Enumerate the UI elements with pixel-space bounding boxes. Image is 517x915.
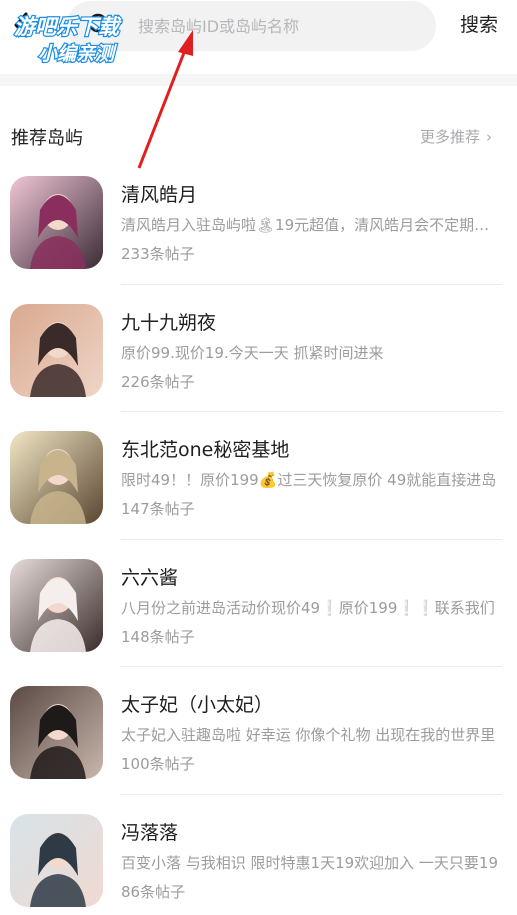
- more-label: 更多推荐: [420, 128, 481, 146]
- chevron-left-icon: [14, 12, 28, 38]
- post-count: 226条帖子: [121, 372, 195, 391]
- list-divider: [121, 793, 502, 795]
- search-box[interactable]: [66, 1, 436, 51]
- island-name: 九十九朔夜: [121, 311, 217, 334]
- island-description: 百变小落 与我相识 限时特惠1天19欢迎加入 一天只要19: [121, 853, 499, 872]
- section-title: 推荐岛屿: [11, 128, 83, 149]
- post-count: 100条帖子: [121, 755, 195, 773]
- avatar[interactable]: [10, 176, 103, 269]
- avatar[interactable]: [10, 303, 103, 397]
- island-description: 限时49！！原价199💰过三天恢复原价 49就能直接进岛: [121, 471, 497, 489]
- list-divider: [121, 411, 502, 412]
- island-name: 六六酱: [121, 566, 179, 589]
- list-divider: [121, 666, 502, 667]
- island-list: 清风皓月清风皓月入驻岛屿啦🏝19元超值，清风皓月会不定期更新 233条帖子九十九朔…: [0, 172, 517, 915]
- search-icon: [86, 10, 114, 38]
- island-description: 原价99.现价19.今天一天 抓紧时间进来: [121, 343, 384, 362]
- island-description: 清风皓月入驻岛屿啦🏝19元超值，清风皓月会不定期更新: [121, 216, 501, 234]
- island-name: 东北范one秘密基地: [121, 439, 290, 461]
- island-list-item[interactable]: 清风皓月清风皓月入驻岛屿啦🏝19元超值，清风皓月会不定期更新 233条帖子: [0, 172, 517, 300]
- island-list-item[interactable]: 六六酱八月份之前进岛活动价现价49❕原价199❕❕联系我们 148条帖子: [0, 555, 517, 683]
- island-name: 清风皓月: [121, 184, 198, 206]
- avatar[interactable]: [10, 813, 103, 907]
- back-button[interactable]: [6, 8, 36, 42]
- avatar[interactable]: [10, 686, 103, 779]
- search-input[interactable]: [80, 16, 410, 36]
- search-button[interactable]: 搜索: [460, 10, 498, 40]
- island-list-item[interactable]: 冯落落百变小落 与我相识 限时特惠1天19欢迎加入 一天只要19 86条帖子: [0, 810, 517, 915]
- island-search-page: 搜索 游吧乐下载 小编亲测 推荐岛屿 更多推荐 › 清风皓月清风皓月入驻岛屿啦🏝…: [0, 0, 517, 915]
- post-count: 147条帖子: [121, 500, 195, 518]
- section-divider: [0, 74, 517, 86]
- avatar[interactable]: [10, 558, 103, 652]
- chevron-right-icon: ›: [486, 127, 493, 146]
- island-list-item[interactable]: 东北范one秘密基地限时49！！原价199💰过三天恢复原价 49就能直接进岛 14…: [0, 427, 517, 555]
- post-count: 148条帖子: [121, 627, 195, 646]
- more-recommendations-link[interactable]: 更多推荐 ›: [420, 126, 492, 147]
- island-name: 太子妃（小太妃）: [121, 694, 274, 716]
- island-name: 冯落落: [121, 821, 179, 844]
- post-count: 233条帖子: [121, 245, 195, 263]
- island-description: 八月份之前进岛活动价现价49❕原价199❕❕联系我们: [121, 598, 495, 617]
- island-list-item[interactable]: 太子妃（小太妃） 太子妃入驻趣岛啦 好幸运 你像个礼物 出现在我的世界里 100条帖…: [0, 682, 517, 810]
- list-divider: [121, 283, 502, 285]
- header: 搜索: [0, 0, 517, 56]
- island-list-item[interactable]: 九十九朔夜原价99.现价19.今天一天 抓紧时间进来 226条帖子: [0, 300, 517, 428]
- avatar[interactable]: [10, 431, 103, 524]
- list-divider: [121, 538, 502, 540]
- post-count: 86条帖子: [121, 882, 186, 901]
- island-description: 太子妃入驻趣岛啦 好幸运 你像个礼物 出现在我的世界里: [121, 726, 496, 744]
